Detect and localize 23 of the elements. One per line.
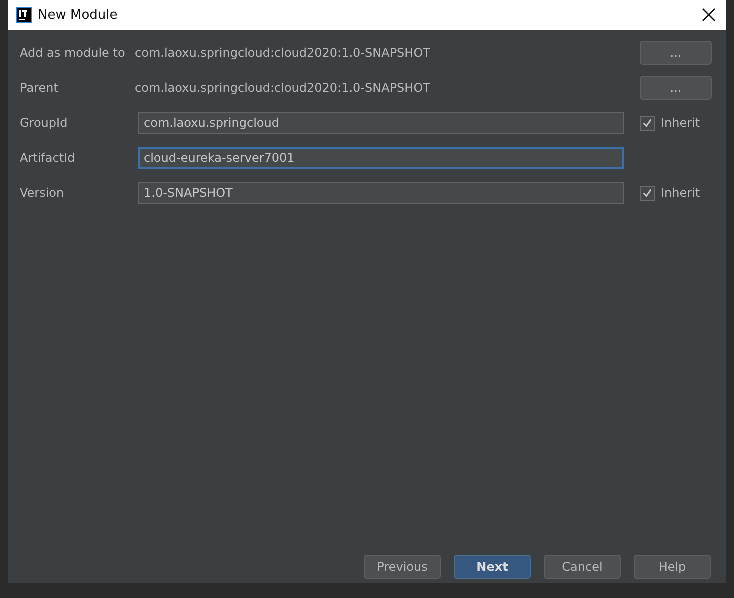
dialog-button[interactable]: Previous	[364, 555, 441, 579]
app-icon	[16, 7, 32, 23]
close-icon[interactable]	[702, 8, 716, 22]
checkbox-label: Inherit	[661, 116, 700, 130]
input-field[interactable]: com.laoxu.springcloud	[138, 112, 624, 134]
field-label: Version	[20, 186, 66, 200]
inherit-checkbox[interactable]	[640, 116, 655, 130]
field-label: GroupId	[20, 116, 69, 130]
next-button[interactable]: Next	[454, 555, 531, 579]
input-field[interactable]: cloud-eureka-server7001	[138, 147, 624, 169]
input-field[interactable]: 1.0-SNAPSHOT	[138, 182, 624, 204]
window-title: New Module	[38, 8, 119, 22]
dialog-button[interactable]: Cancel	[544, 555, 621, 579]
browse-button[interactable]: ...	[640, 41, 712, 65]
field-label: Parent	[20, 81, 60, 95]
checkbox-label: Inherit	[661, 186, 700, 200]
field-label: Add as module to	[20, 46, 126, 60]
value-text: com.laoxu.springcloud:cloud2020:1.0-SNAPSHOT	[135, 46, 432, 60]
field-label: ArtifactId	[20, 151, 76, 165]
inherit-checkbox[interactable]	[640, 186, 655, 200]
value-text: com.laoxu.springcloud:cloud2020:1.0-SNAPSHOT	[135, 81, 432, 95]
browse-button[interactable]: ...	[640, 76, 712, 100]
dialog-button[interactable]: Help	[634, 555, 711, 579]
